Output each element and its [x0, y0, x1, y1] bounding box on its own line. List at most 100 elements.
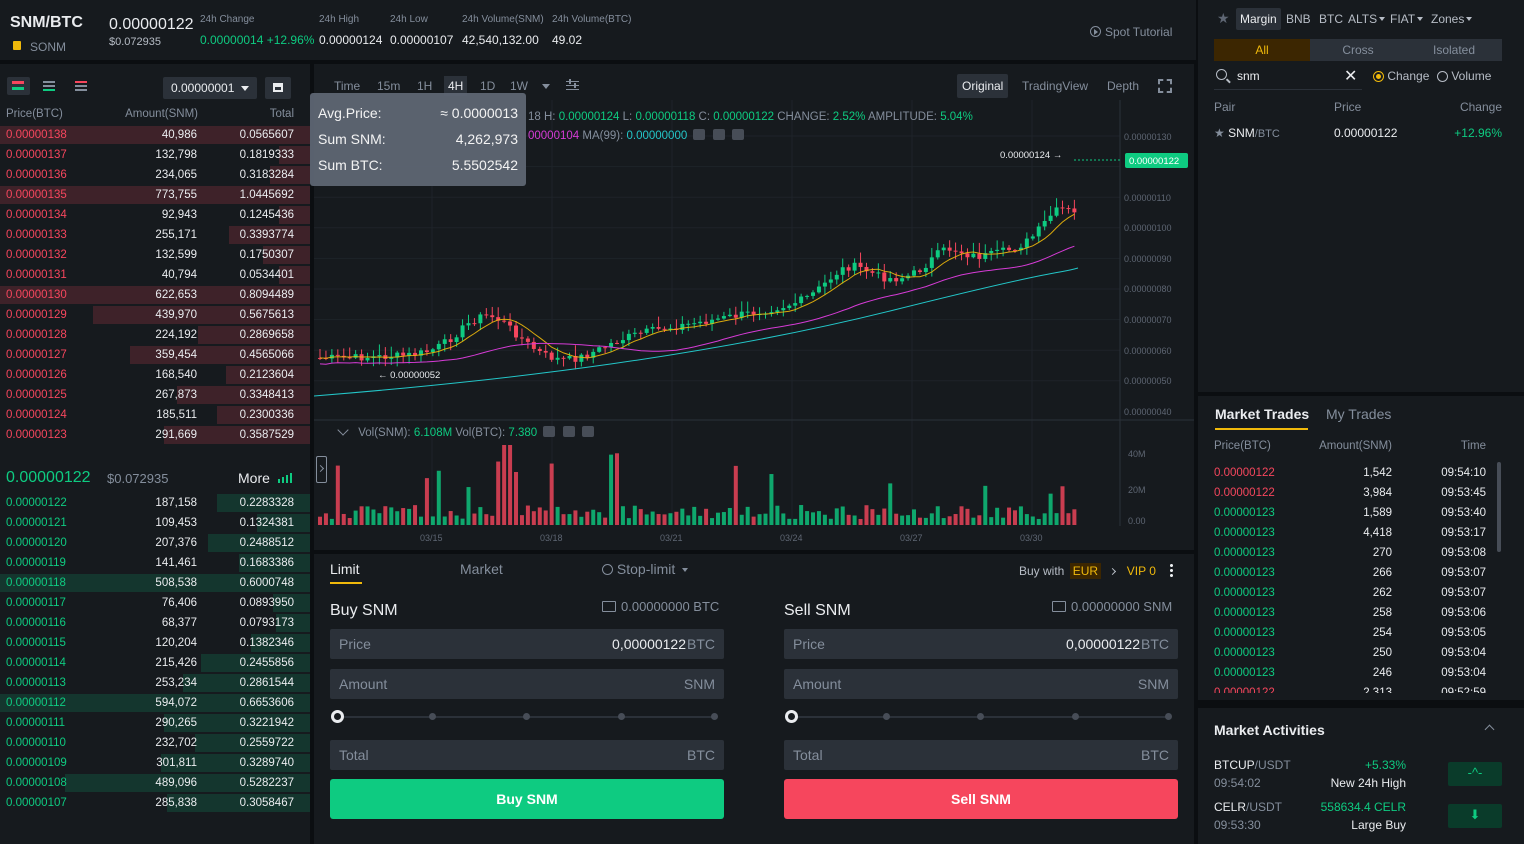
market-tab-alts[interactable]: ALTS	[1348, 12, 1386, 26]
orderbook-price: 0.00000109	[6, 757, 67, 769]
buy-percent-slider[interactable]	[331, 710, 718, 723]
orderbook-row[interactable]: 0.00000125 267,873 0.3348413	[0, 385, 310, 405]
candle-body	[923, 267, 928, 272]
interval-tab-1d[interactable]: 1D	[480, 79, 495, 93]
orderbook-row[interactable]: 0.00000107 285,838 0.3058467	[0, 793, 310, 813]
orderbook-row[interactable]: 0.00000109 301,811 0.3289740	[0, 753, 310, 773]
orderbook-row[interactable]: 0.00000127 359,454 0.4565066	[0, 345, 310, 365]
candle-body	[626, 333, 631, 341]
sort-by-change-radio[interactable]: Change	[1373, 69, 1429, 83]
eye-icon[interactable]	[693, 129, 706, 140]
interval-tab-1w[interactable]: 1W	[510, 79, 528, 93]
orderbook-row[interactable]: 0.00000133 255,171 0.3393774	[0, 225, 310, 245]
mode-all[interactable]: All	[1214, 39, 1310, 61]
orderbook-row[interactable]: 0.00000132 132,599 0.1750307	[0, 245, 310, 265]
favorite-star-icon[interactable]: ★	[1214, 126, 1225, 140]
candle-body	[597, 347, 602, 352]
spot-tutorial-link[interactable]: Spot Tutorial	[1090, 25, 1172, 39]
orderbook-row[interactable]: 0.00000112 594,072 0.6653606	[0, 693, 310, 713]
collapse-chevron-icon[interactable]	[337, 424, 349, 436]
view-original-tab[interactable]: Original	[957, 74, 1009, 98]
slider-step-25[interactable]	[429, 713, 436, 720]
view-tradingview-tab[interactable]: TradingView	[1022, 79, 1088, 93]
interval-tab-15m[interactable]: 15m	[377, 79, 400, 93]
slider-step-100[interactable]	[711, 713, 718, 720]
gear-icon[interactable]	[562, 426, 575, 437]
market-tab-zones[interactable]: Zones	[1431, 12, 1473, 26]
orderbook-view-asks-icon[interactable]	[70, 77, 93, 95]
market-search-input[interactable]: snm ✕	[1214, 66, 1362, 90]
pair-title[interactable]: SNM/BTC	[10, 14, 83, 32]
slider-step-75[interactable]	[618, 713, 625, 720]
indicator-settings-icon[interactable]	[566, 79, 579, 92]
candle-body	[424, 350, 429, 353]
interval-tab-1h[interactable]: 1H	[417, 79, 432, 93]
orderbook-row[interactable]: 0.00000126 168,540 0.2123604	[0, 365, 310, 385]
orderbook-row[interactable]: 0.00000108 489,096 0.5282237	[0, 773, 310, 793]
orderbook-row[interactable]: 0.00000131 40,794 0.0534401	[0, 265, 310, 285]
orderbook-row[interactable]: 0.00000135 773,755 1.0445692	[0, 185, 310, 205]
market-row[interactable]: ★ SNM/BTC 0.00000122 +12.96%	[1214, 126, 1502, 142]
candle-body	[852, 262, 857, 271]
mode-cross[interactable]: Cross	[1310, 39, 1406, 61]
precision-select[interactable]: 0.00000001	[163, 77, 257, 99]
slider-handle[interactable]	[331, 710, 344, 723]
close-icon[interactable]	[731, 129, 744, 140]
orderbook-settings-icon[interactable]	[265, 77, 291, 99]
buy-total-input[interactable]: Total BTC	[330, 740, 724, 770]
orderbook-row[interactable]: 0.00000110 232,702 0.2559722	[0, 733, 310, 753]
orderbook-row[interactable]: 0.00000136 234,065 0.3183284	[0, 165, 310, 185]
sell-total-input[interactable]: Total BTC	[784, 740, 1178, 770]
market-tab-bnb[interactable]: BNB	[1286, 12, 1311, 26]
more-intervals-chevron-icon[interactable]	[542, 84, 550, 89]
close-icon[interactable]	[581, 426, 594, 437]
mode-isolated[interactable]: Isolated	[1406, 39, 1502, 61]
orderbook-row[interactable]: 0.00000134 92,943 0.1245436	[0, 205, 310, 225]
orderbook-row[interactable]: 0.00000111 290,265 0.3221942	[0, 713, 310, 733]
activity-item[interactable]: CELR/USDT 09:53:30 558634.4 CELR Large B…	[1214, 800, 1502, 834]
tab-market-trades[interactable]: Market Trades	[1215, 406, 1309, 422]
slider-step-25[interactable]	[883, 713, 890, 720]
fullscreen-icon[interactable]	[1158, 79, 1172, 93]
slider-step-100[interactable]	[1165, 713, 1172, 720]
orderbook-row[interactable]: 0.00000124 185,511 0.2300336	[0, 405, 310, 425]
orderbook-row[interactable]: 0.00000123 291,669 0.3587529	[0, 425, 310, 445]
market-tab-margin[interactable]: Margin	[1236, 8, 1281, 30]
price-axis-tick: 0.00000050	[1124, 376, 1172, 386]
activity-item[interactable]: BTCUP/USDT 09:54:02 +5.33% New 24h High …	[1214, 758, 1502, 792]
last-price: 0.00000122	[109, 16, 194, 33]
sell-percent-slider[interactable]	[785, 710, 1172, 723]
slider-handle[interactable]	[785, 710, 798, 723]
tab-my-trades[interactable]: My Trades	[1326, 406, 1391, 422]
candle-body	[840, 267, 845, 275]
slider-step-50[interactable]	[977, 713, 984, 720]
sell-button[interactable]: Sell SNM	[784, 779, 1178, 819]
favorites-star-icon[interactable]: ★	[1217, 10, 1230, 27]
orderbook-view-both-icon[interactable]	[7, 77, 30, 95]
orderbook-view-bids-icon[interactable]	[38, 77, 61, 95]
orderbook-row[interactable]: 0.00000129 439,970 0.5675613	[0, 305, 310, 325]
buy-button[interactable]: Buy SNM	[330, 779, 724, 819]
orderbook-price: 0.00000130	[6, 289, 67, 301]
slider-step-50[interactable]	[523, 713, 530, 720]
ob-col-amount: Amount(SNM)	[125, 108, 198, 120]
eye-icon[interactable]	[543, 426, 556, 437]
coin-name[interactable]: SONM	[30, 40, 66, 54]
slider-step-75[interactable]	[1072, 713, 1079, 720]
gear-icon[interactable]	[712, 129, 725, 140]
orderbook-amount: 40,986	[161, 129, 197, 141]
trade-row: 0.00000122 2,313 09:52:59	[1214, 683, 1486, 693]
orderbook-row[interactable]: 0.00000137 132,798 0.1819333	[0, 145, 310, 165]
sort-by-volume-radio[interactable]: Volume	[1437, 69, 1491, 83]
orderbook-row[interactable]: 0.00000128 224,192 0.2869658	[0, 325, 310, 345]
market-tab-btc[interactable]: BTC	[1319, 12, 1343, 26]
orderbook-total: 0.3221942	[239, 717, 294, 729]
candle-body	[377, 355, 382, 357]
trades-scrollbar[interactable]	[1497, 462, 1501, 552]
interval-tab-time[interactable]: Time	[334, 79, 360, 93]
orderbook-row[interactable]: 0.00000130 622,653 0.8094489	[0, 285, 310, 305]
view-depth-tab[interactable]: Depth	[1107, 79, 1139, 93]
orderbook-row[interactable]: 0.00000138 40,986 0.0565607	[0, 125, 310, 145]
market-tab-fiat[interactable]: FIAT	[1390, 12, 1424, 26]
clear-search-icon[interactable]: ✕	[1344, 66, 1357, 86]
